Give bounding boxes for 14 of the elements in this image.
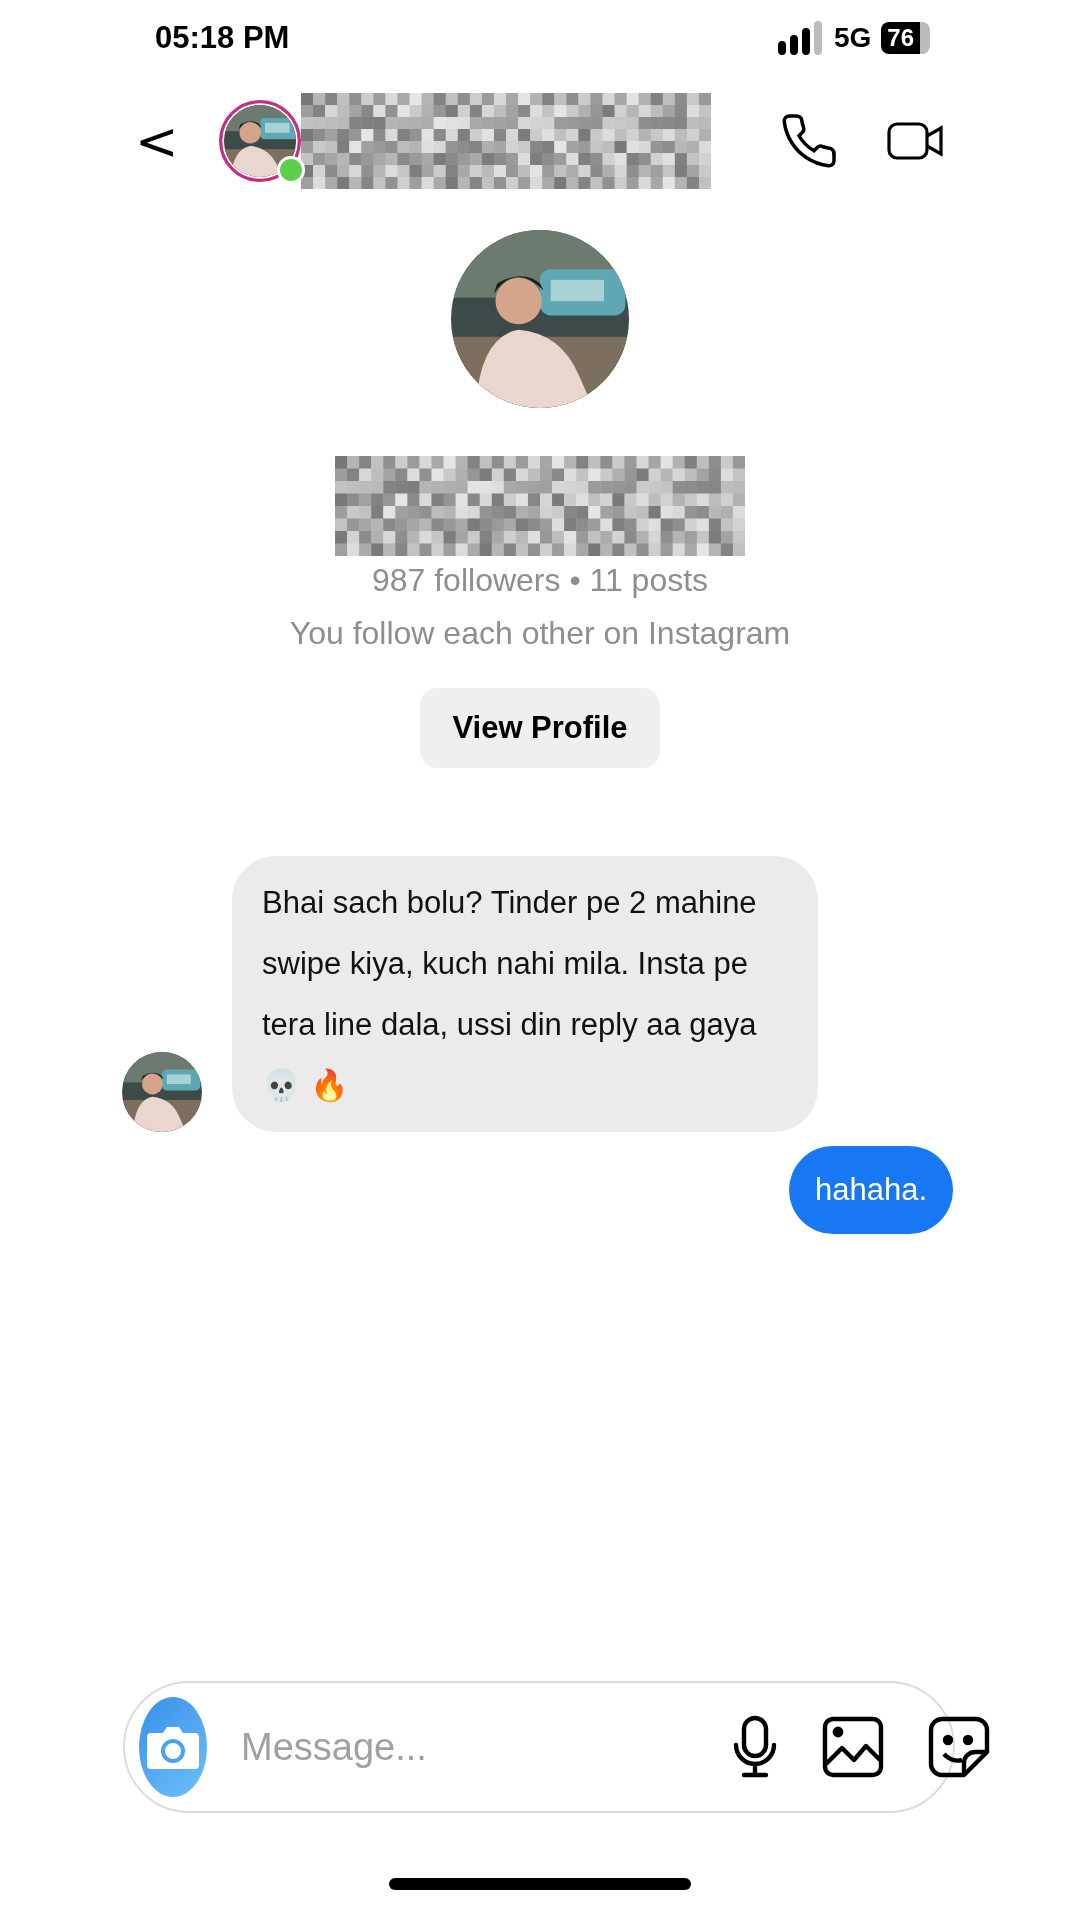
status-time: 05:18 PM — [155, 20, 290, 56]
outgoing-message: hahaha. — [788, 1146, 953, 1234]
mutual-follow-note: You follow each other on Instagram — [289, 615, 791, 652]
incoming-message: Bhai sach bolu? Tinder pe 2 mahine swipe kiya, kuch nahi mila. Insta pe tera line dala, ussi din reply aa gaya 💀 🔥 — [232, 856, 818, 1132]
back-button[interactable]: < — [135, 111, 175, 171]
battery-level: 76 — [881, 22, 930, 54]
image-icon[interactable] — [822, 1716, 884, 1778]
signal-icon — [777, 21, 824, 55]
view-profile-button[interactable]: View Profile — [420, 688, 660, 768]
network-label: 5G — [833, 22, 872, 54]
sticker-icon[interactable] — [928, 1716, 990, 1778]
microphone-icon[interactable] — [732, 1715, 778, 1779]
profile-stats: 987 followers • 11 posts — [371, 562, 709, 599]
camera-button[interactable] — [139, 1697, 207, 1797]
